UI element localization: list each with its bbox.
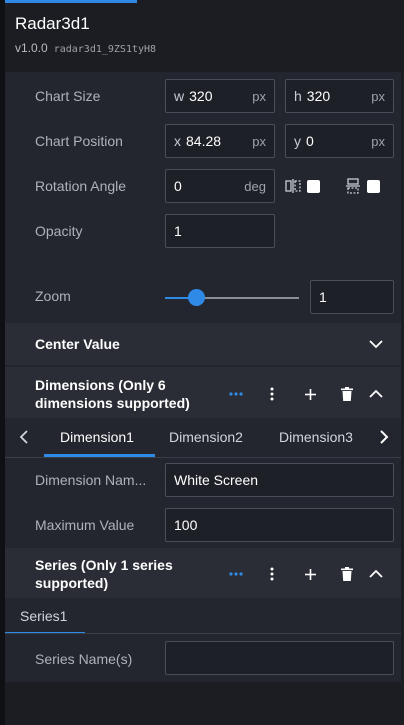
flip-horizontal-checkbox[interactable] bbox=[307, 180, 320, 193]
width-value: 320 bbox=[189, 88, 213, 104]
maximum-value-value: 100 bbox=[174, 517, 198, 533]
opacity-field[interactable]: 1 bbox=[165, 214, 275, 248]
zoom-label: Zoom bbox=[35, 288, 71, 304]
tab-dimension2[interactable]: Dimension2 bbox=[169, 429, 243, 445]
series-title-line1: Series (Only 1 series bbox=[35, 557, 173, 573]
series-trash-icon[interactable] bbox=[341, 567, 353, 581]
dimensions-title-line1: Dimensions (Only 6 bbox=[35, 377, 166, 393]
plus-icon[interactable] bbox=[304, 388, 317, 401]
ellipsis-icon[interactable] bbox=[229, 392, 243, 396]
chevron-left-icon[interactable] bbox=[19, 430, 29, 444]
chart-width-field[interactable]: w 320 px bbox=[165, 79, 275, 113]
tab-dimension3[interactable]: Dimension3 bbox=[279, 429, 353, 445]
dimension-name-label: Dimension Nam... bbox=[35, 472, 147, 488]
component-title: Radar3d1 bbox=[15, 14, 90, 33]
chart-x-field[interactable]: x 84.28 px bbox=[165, 124, 275, 158]
dimension-name-value: White Screen bbox=[174, 472, 259, 488]
flip-vertical-icon bbox=[346, 178, 360, 194]
rotation-value: 0 bbox=[174, 178, 182, 194]
series-names-field[interactable] bbox=[165, 641, 394, 675]
series-ellipsis-icon[interactable] bbox=[229, 572, 243, 576]
maximum-value-field[interactable]: 100 bbox=[165, 508, 394, 542]
y-value: 0 bbox=[306, 133, 314, 149]
x-unit: px bbox=[252, 133, 266, 149]
dimensions-title: Dimensions (Only 6 dimensions supported) bbox=[35, 376, 190, 412]
series-names-label: Series Name(s) bbox=[35, 651, 133, 667]
active-dimension-indicator bbox=[44, 454, 155, 457]
height-prefix: h bbox=[294, 88, 302, 104]
rotation-angle-label: Rotation Angle bbox=[35, 178, 127, 194]
series-plus-icon[interactable] bbox=[304, 568, 317, 581]
chart-height-field[interactable]: h 320 px bbox=[285, 79, 394, 113]
chevron-down-icon[interactable] bbox=[368, 338, 384, 350]
component-id: radar3d1_9ZS1tyH8 bbox=[53, 44, 157, 55]
version-label: v1.0.0 bbox=[15, 41, 48, 55]
chevron-right-icon[interactable] bbox=[379, 430, 389, 444]
zoom-value: 1 bbox=[319, 289, 327, 305]
series-title: Series (Only 1 series supported) bbox=[35, 556, 173, 592]
series-chevron-up-icon[interactable] bbox=[368, 568, 384, 580]
x-value: 84.28 bbox=[186, 133, 222, 149]
opacity-label: Opacity bbox=[35, 223, 83, 239]
height-unit: px bbox=[371, 88, 385, 104]
zoom-slider-thumb[interactable] bbox=[188, 289, 205, 306]
flip-vertical-checkbox[interactable] bbox=[367, 180, 380, 193]
version-line: v1.0.0 radar3d1_9ZS1tyH8 bbox=[15, 41, 156, 55]
opacity-value: 1 bbox=[174, 223, 182, 239]
flip-horizontal-icon bbox=[285, 179, 301, 193]
series-vertical-dots-icon[interactable] bbox=[270, 567, 274, 581]
width-prefix: w bbox=[174, 88, 185, 104]
rotation-unit: deg bbox=[244, 178, 266, 194]
center-value-title: Center Value bbox=[35, 336, 120, 352]
vertical-dots-icon[interactable] bbox=[270, 387, 274, 401]
chart-position-label: Chart Position bbox=[35, 133, 123, 149]
height-value: 320 bbox=[306, 88, 331, 104]
x-prefix: x bbox=[174, 133, 181, 149]
maximum-value-label: Maximum Value bbox=[35, 517, 135, 533]
series-title-line2: supported) bbox=[35, 575, 109, 591]
series-tab-divider bbox=[5, 633, 401, 634]
dimension-name-field[interactable]: White Screen bbox=[165, 463, 394, 497]
property-panel: Radar3d1 v1.0.0 radar3d1_9ZS1tyH8 Chart S… bbox=[0, 0, 404, 725]
chart-size-label: Chart Size bbox=[35, 88, 101, 104]
trash-icon[interactable] bbox=[341, 387, 353, 401]
width-unit: px bbox=[252, 88, 266, 104]
chevron-up-icon[interactable] bbox=[368, 388, 384, 400]
active-tab-indicator bbox=[5, 0, 137, 3]
chart-y-field[interactable]: y 0 px bbox=[285, 124, 394, 158]
y-prefix: y bbox=[294, 133, 301, 149]
tab-dimension1[interactable]: Dimension1 bbox=[60, 429, 134, 445]
rotation-angle-field[interactable]: 0 deg bbox=[165, 169, 275, 203]
tab-series1[interactable]: Series1 bbox=[20, 608, 67, 624]
y-unit: px bbox=[371, 133, 385, 149]
zoom-field[interactable]: 1 bbox=[310, 280, 394, 314]
dimensions-title-line2: dimensions supported) bbox=[35, 395, 190, 411]
